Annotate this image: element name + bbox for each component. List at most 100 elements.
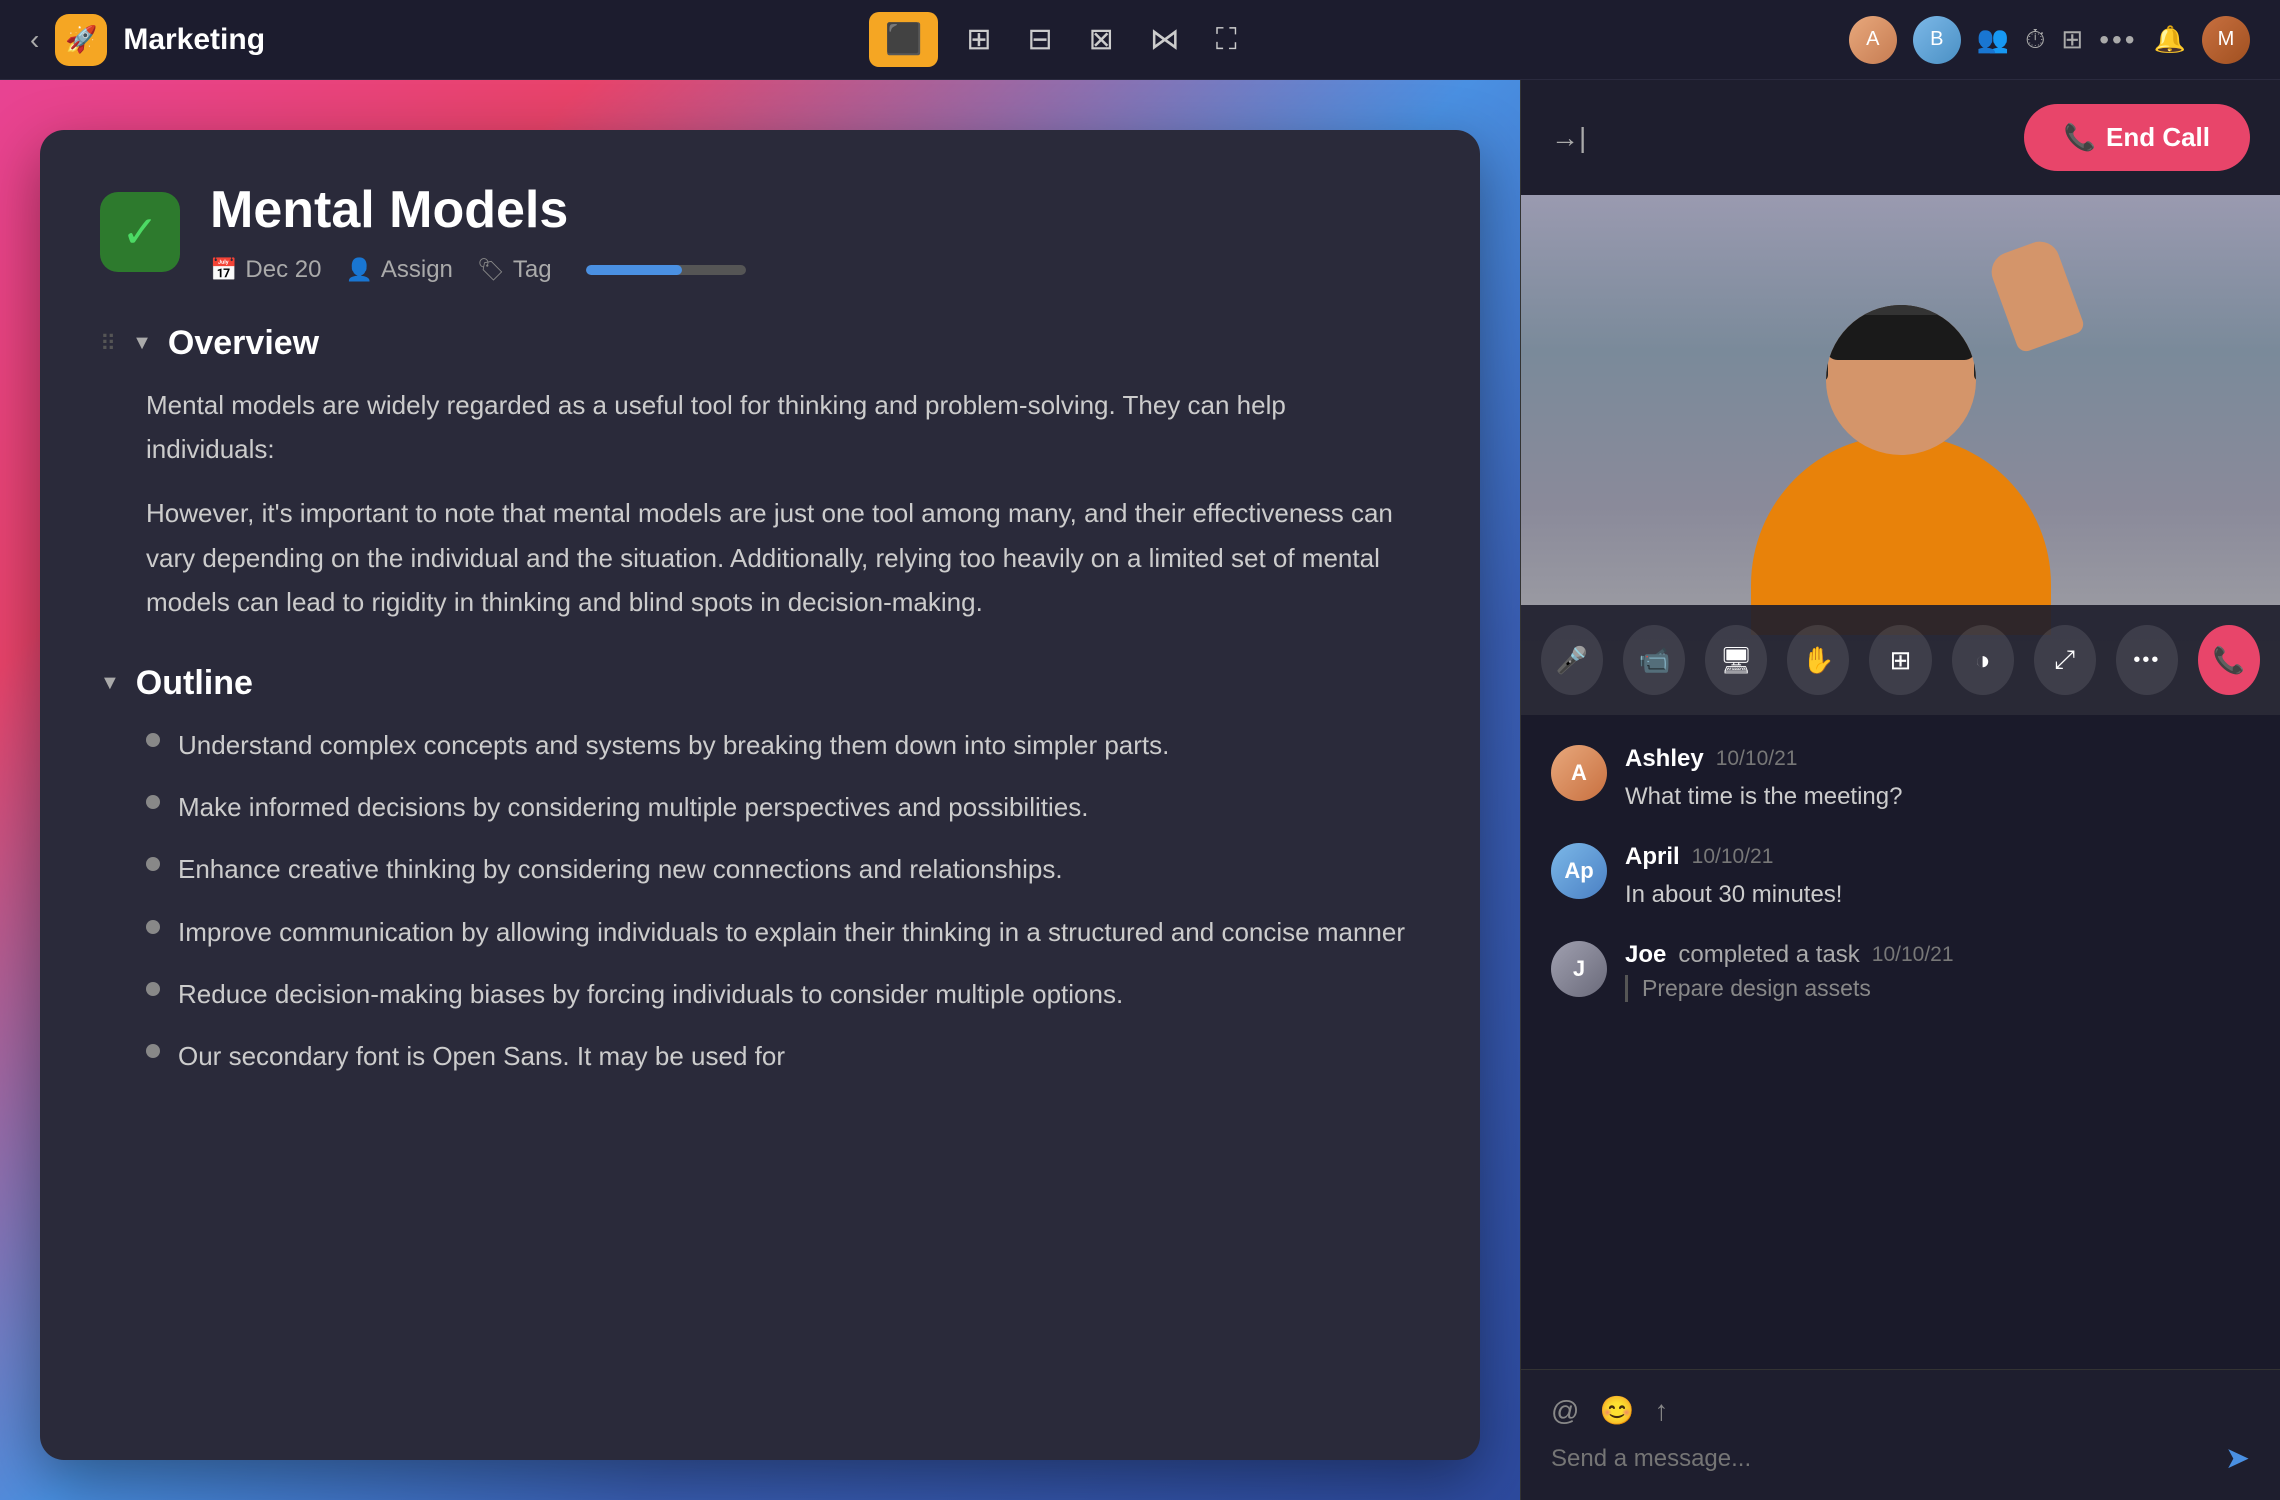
phone-end-icon: 📞 (2064, 122, 2096, 153)
view-icon[interactable]: ⊞ (2061, 24, 2083, 55)
raise-hand-button[interactable]: ✋ (1787, 625, 1849, 695)
headphone-band (1826, 305, 1976, 315)
tree-tool-icon[interactable]: ⛶ (1208, 15, 1245, 65)
tag-label: Tag (513, 256, 552, 284)
chat-message-april: Ap April 10/10/21 In about 30 minutes! (1551, 843, 2250, 913)
notifications-icon[interactable]: 🔔 (2154, 24, 2186, 55)
headphone-left (1826, 345, 1828, 381)
date-meta[interactable]: 📅 Dec 20 (210, 256, 321, 284)
avatar-user1[interactable]: A (1849, 16, 1897, 64)
ashley-message-content: Ashley 10/10/21 What time is the meeting… (1625, 745, 2250, 815)
more-icon[interactable]: ••• (2099, 24, 2137, 56)
joe-avatar: J (1551, 941, 1607, 997)
attachment-button[interactable]: ↑ (1654, 1395, 1668, 1427)
chat-input-area: @ 😊 ↑ ➤ (1521, 1369, 2280, 1500)
outline-list: Understand complex concepts and systems … (146, 723, 1420, 1078)
bullet-dot-icon (146, 857, 160, 871)
april-message-header: April 10/10/21 (1625, 843, 2250, 871)
more-options-button[interactable]: ••• (2116, 625, 2178, 695)
calendar-tool-icon[interactable]: ⊟ (1020, 14, 1061, 65)
bullet-dot-icon (146, 733, 160, 747)
ashley-avatar: A (1551, 745, 1607, 801)
topbar: ‹ 🚀 Marketing ⬛ ⊞ ⊟ ⊠ ⋈ ⛶ A B 👥 ⏱ ⊞ ••• … (0, 0, 2280, 80)
collapse-overview-icon[interactable]: ▼ (132, 332, 152, 355)
profile-avatar[interactable]: M (2202, 16, 2250, 64)
timer-icon[interactable]: ⏱ (2025, 24, 2045, 56)
bullet-text-1: Understand complex concepts and systems … (178, 723, 1169, 767)
chat-message-ashley: A Ashley 10/10/21 What time is the meeti… (1551, 745, 2250, 815)
bullet-text-5: Reduce decision-making biases by forcing… (178, 972, 1123, 1016)
april-avatar: Ap (1551, 843, 1607, 899)
effects-button[interactable]: ◑ (1952, 625, 2014, 695)
avatar-user2[interactable]: B (1913, 16, 1961, 64)
document-content: ✓ Mental Models 📅 Dec 20 👤 Assign (40, 130, 1480, 1460)
mic-button[interactable]: 🎤 (1541, 625, 1603, 695)
add-user-icon[interactable]: 👥 (1977, 24, 2009, 55)
collapse-outline-icon[interactable]: ▼ (100, 672, 120, 695)
task-ref-text: Prepare design assets (1642, 975, 1871, 1002)
bullet-text-6: Our secondary font is Open Sans. It may … (178, 1034, 785, 1078)
chat-input-tools: @ 😊 ↑ (1551, 1394, 2250, 1427)
document-title-area: Mental Models 📅 Dec 20 👤 Assign (210, 180, 1420, 284)
tag-meta[interactable]: 🏷 Tag (477, 256, 552, 284)
end-call-button[interactable]: 📞 End Call (2024, 104, 2250, 171)
emoji-button[interactable]: 😊 (1599, 1394, 1634, 1427)
overview-para-1: Mental models are widely regarded as a u… (146, 383, 1420, 471)
end-call-ctrl-button[interactable]: 📞 (2198, 625, 2260, 695)
bullet-text-2: Make informed decisions by considering m… (178, 785, 1088, 829)
date-value: Dec 20 (245, 256, 321, 284)
assign-meta[interactable]: 👤 Assign (345, 256, 452, 284)
end-call-label: End Call (2106, 122, 2210, 153)
april-name: April (1625, 843, 1680, 871)
document-header: ✓ Mental Models 📅 Dec 20 👤 Assign (100, 180, 1420, 284)
back-button[interactable]: ‹ (30, 24, 39, 56)
video-person (1751, 305, 2051, 635)
bullet-dot-icon (146, 1044, 160, 1058)
document-meta: 📅 Dec 20 👤 Assign 🏷 Tag (210, 256, 1420, 284)
topbar-center: ⬛ ⊞ ⊟ ⊠ ⋈ ⛶ (869, 12, 1245, 67)
progress-fill (586, 265, 682, 275)
document-card: ✓ Mental Models 📅 Dec 20 👤 Assign (40, 130, 1480, 1460)
outline-section: ▼ Outline Understand complex concepts an… (100, 664, 1420, 1078)
layout-tool-icon[interactable]: ⊞ (958, 14, 999, 65)
app-icon: 🚀 (55, 14, 107, 66)
joe-time: 10/10/21 (1872, 943, 1954, 967)
chat-area: A Ashley 10/10/21 What time is the meeti… (1521, 715, 2280, 1369)
overview-section-header: ⠿ ▼ Overview (100, 324, 1420, 363)
camera-button[interactable]: 📹 (1623, 625, 1685, 695)
document-title: Mental Models (210, 180, 1420, 240)
overview-para-2: However, it's important to note that men… (146, 491, 1420, 624)
mention-button[interactable]: @ (1551, 1395, 1579, 1427)
overview-section: ⠿ ▼ Overview Mental models are widely re… (100, 324, 1420, 624)
list-item: Understand complex concepts and systems … (146, 723, 1420, 767)
grid-view-button[interactable]: ⊞ (1869, 625, 1931, 695)
share-tool-icon[interactable]: ⋈ (1142, 14, 1188, 65)
april-message-content: April 10/10/21 In about 30 minutes! (1625, 843, 2250, 913)
drag-handle-icon[interactable]: ⠿ (100, 331, 116, 357)
ashley-name: Ashley (1625, 745, 1704, 773)
list-item: Reduce decision-making biases by forcing… (146, 972, 1420, 1016)
joe-message-content: Joe completed a task 10/10/21 Prepare de… (1625, 941, 2250, 1002)
april-text: In about 30 minutes! (1625, 877, 2250, 913)
call-header: →| 📞 End Call (1521, 80, 2280, 195)
task-check-icon[interactable]: ✓ (100, 192, 180, 272)
grid-tool-icon[interactable]: ⊠ (1081, 14, 1122, 65)
send-message-button[interactable]: ➤ (2225, 1441, 2250, 1476)
task-reference: Prepare design assets (1625, 975, 2250, 1002)
bullet-dot-icon (146, 982, 160, 996)
person-icon: 👤 (345, 257, 372, 283)
joe-message-header: Joe completed a task 10/10/21 (1625, 941, 2250, 969)
ashley-text: What time is the meeting? (1625, 779, 2250, 815)
list-item: Make informed decisions by considering m… (146, 785, 1420, 829)
rocket-icon: 🚀 (65, 24, 97, 55)
chat-message-input[interactable] (1551, 1445, 2209, 1473)
right-panel: →| 📞 End Call (1520, 80, 2280, 1500)
progress-bar (586, 265, 746, 275)
ashley-message-header: Ashley 10/10/21 (1625, 745, 2250, 773)
collapse-panel-button[interactable]: →| (1551, 122, 1586, 154)
stack-tool-icon[interactable]: ⬛ (869, 12, 938, 67)
bullet-text-3: Enhance creative thinking by considering… (178, 847, 1063, 891)
screen-share-button[interactable]: 🖥 (1705, 625, 1767, 695)
calendar-icon: 📅 (210, 257, 237, 283)
fullscreen-button[interactable]: ⤢ (2034, 625, 2096, 695)
